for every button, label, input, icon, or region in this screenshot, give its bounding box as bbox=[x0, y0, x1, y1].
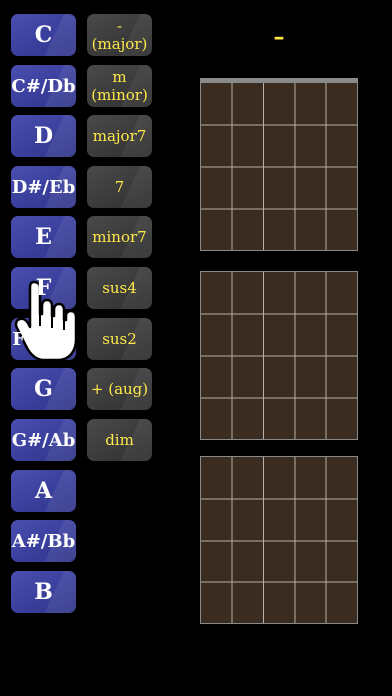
note-label: B bbox=[34, 579, 53, 605]
fretboard-grid bbox=[201, 83, 357, 250]
note-label: E bbox=[35, 224, 52, 250]
quality-label: sus4 bbox=[102, 279, 137, 297]
note-button-c[interactable]: C bbox=[11, 14, 76, 56]
fretboard-2[interactable] bbox=[200, 271, 358, 440]
note-label: A#/Bb bbox=[11, 530, 76, 552]
quality-button-7[interactable]: 7 bbox=[87, 166, 152, 208]
note-label: C bbox=[34, 22, 53, 48]
quality-button-dim[interactable]: dim bbox=[87, 419, 152, 461]
note-label: A bbox=[34, 478, 53, 504]
note-label: G#/Ab bbox=[11, 429, 76, 451]
note-button-a[interactable]: A bbox=[11, 470, 76, 512]
quality-label: + (aug) bbox=[90, 380, 149, 398]
quality-button-aug[interactable]: + (aug) bbox=[87, 368, 152, 410]
note-button-d[interactable]: D bbox=[11, 115, 76, 157]
quality-button-minor[interactable]: m (minor) bbox=[87, 65, 152, 107]
fretboard-3[interactable] bbox=[200, 456, 358, 624]
quality-button-major7[interactable]: major7 bbox=[87, 115, 152, 157]
note-button-g[interactable]: G bbox=[11, 368, 76, 410]
note-label: F bbox=[35, 275, 52, 301]
note-label: D bbox=[33, 123, 54, 149]
note-button-g-sharp[interactable]: G#/Ab bbox=[11, 419, 76, 461]
quality-label: m (minor) bbox=[91, 68, 148, 104]
note-label: F#/Gb bbox=[12, 328, 75, 350]
note-button-a-sharp[interactable]: A#/Bb bbox=[11, 520, 76, 562]
quality-button-sus2[interactable]: sus2 bbox=[87, 318, 152, 360]
note-button-c-sharp[interactable]: C#/Db bbox=[11, 65, 76, 107]
note-label: C#/Db bbox=[11, 75, 76, 97]
note-button-b[interactable]: B bbox=[11, 571, 76, 613]
quality-label: sus2 bbox=[102, 330, 137, 348]
note-button-e[interactable]: E bbox=[11, 216, 76, 258]
note-label: G bbox=[34, 376, 53, 402]
quality-button-major[interactable]: - (major) bbox=[87, 14, 152, 56]
fretboard-grid bbox=[201, 457, 357, 623]
quality-label: dim bbox=[105, 431, 134, 449]
fretboard-grid bbox=[201, 272, 357, 439]
quality-label: 7 bbox=[114, 178, 125, 196]
quality-label: major7 bbox=[92, 127, 147, 145]
note-label: D#/Eb bbox=[11, 176, 76, 198]
quality-button-sus4[interactable]: sus4 bbox=[87, 267, 152, 309]
quality-button-minor7[interactable]: minor7 bbox=[87, 216, 152, 258]
quality-label: - (major) bbox=[91, 17, 148, 53]
fretboard-1[interactable] bbox=[200, 82, 358, 251]
note-button-d-sharp[interactable]: D#/Eb bbox=[11, 166, 76, 208]
chord-name-display: – bbox=[273, 24, 285, 50]
quality-label: minor7 bbox=[92, 228, 147, 246]
